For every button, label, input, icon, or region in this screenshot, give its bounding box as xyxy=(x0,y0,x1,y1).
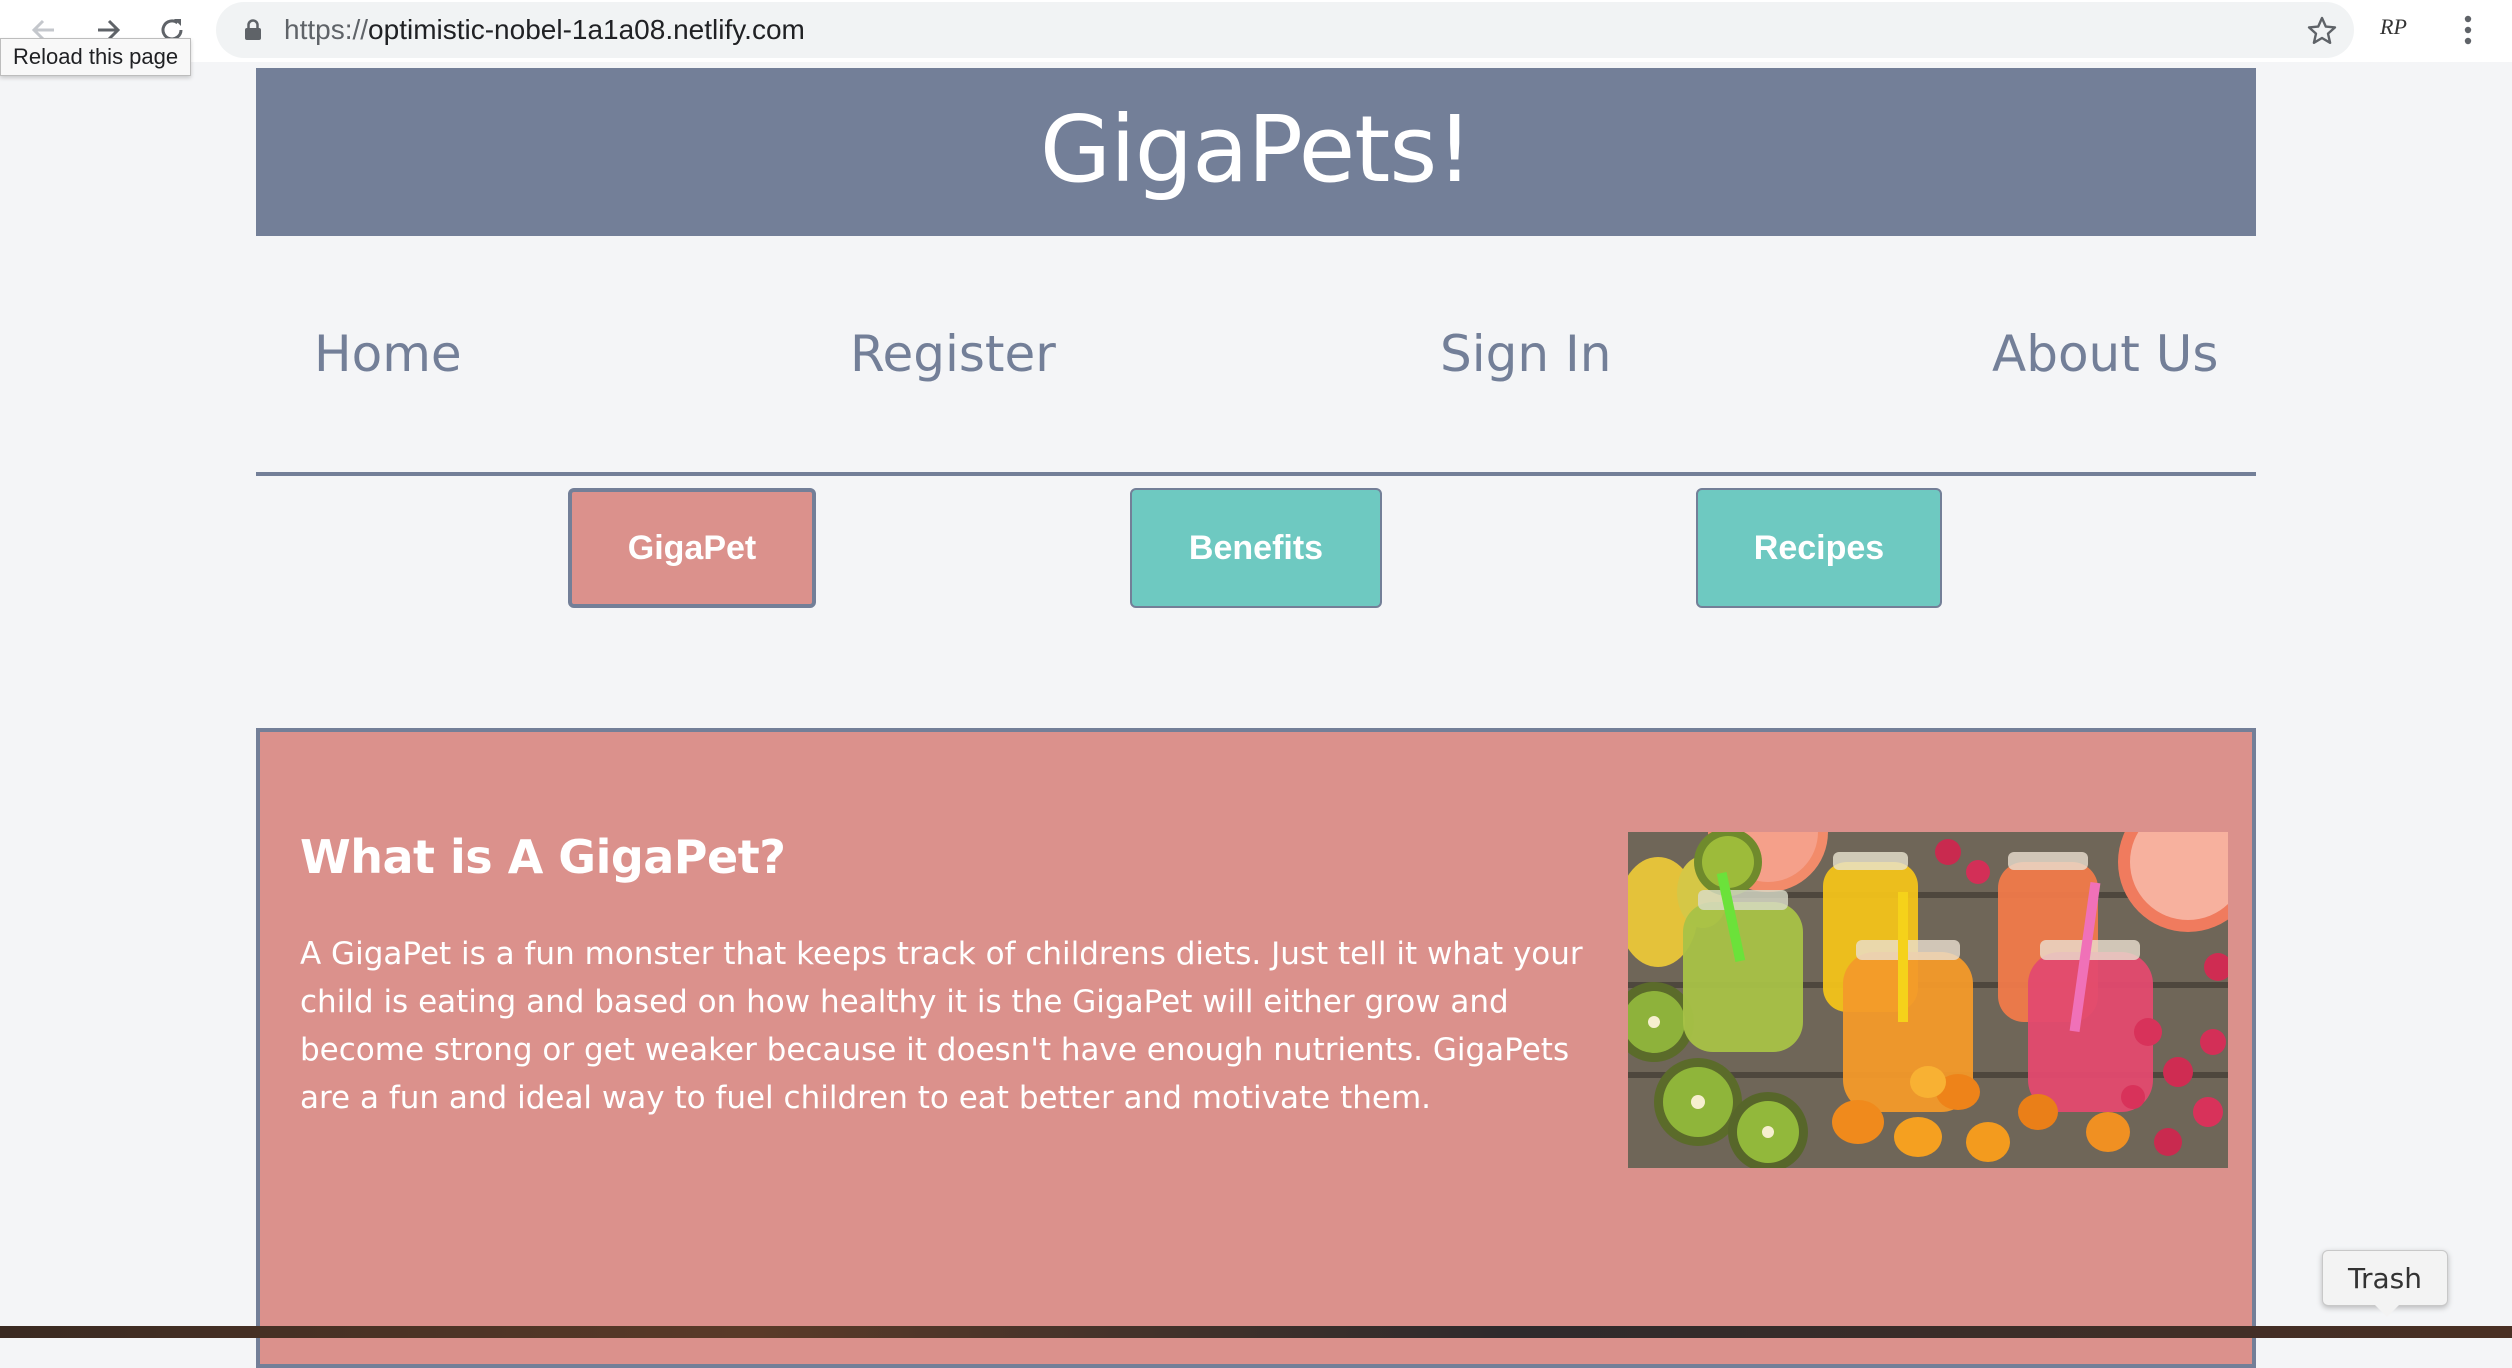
url-text: https://optimistic-nobel-1a1a08.netlify.… xyxy=(284,15,805,45)
lock-icon xyxy=(245,19,261,40)
nav-link-about-us[interactable]: About Us xyxy=(1992,325,2218,383)
trash-tooltip: Trash xyxy=(2322,1250,2448,1317)
nav-link-home[interactable]: Home xyxy=(314,325,462,383)
address-bar[interactable]: https://optimistic-nobel-1a1a08.netlify.… xyxy=(216,2,2354,58)
browser-menu-button[interactable] xyxy=(2448,10,2488,50)
section-body: A GigaPet is a fun monster that keeps tr… xyxy=(300,936,1583,1116)
profile-avatar[interactable]: RP xyxy=(2380,14,2407,40)
desktop-dock xyxy=(0,1326,2512,1338)
gigapet-info-panel: What is A GigaPet? A GigaPet is a fun mo… xyxy=(256,728,2256,1368)
nav-link-sign-in[interactable]: Sign In xyxy=(1440,325,1611,383)
browser-toolbar: https://optimistic-nobel-1a1a08.netlify.… xyxy=(0,0,2512,62)
fruit-smoothie-illustration xyxy=(1628,832,2228,1168)
url-scheme: https:// xyxy=(284,14,369,45)
main-nav: Home Register Sign In About Us xyxy=(256,236,2256,476)
site-header: GigaPets! xyxy=(256,68,2256,236)
page-container: GigaPets! Home Register Sign In About Us… xyxy=(256,68,2256,1368)
section-heading: What is A GigaPet? xyxy=(300,830,786,884)
smoothie-fruit-image xyxy=(1628,832,2228,1168)
reload-tooltip: Reload this page xyxy=(0,38,192,76)
nav-link-register[interactable]: Register xyxy=(850,325,1056,383)
more-vertical-icon xyxy=(2464,15,2472,45)
tab-gigapet[interactable]: GigaPet xyxy=(568,488,816,608)
bookmark-star-icon[interactable] xyxy=(2306,15,2338,47)
site-title: GigaPets! xyxy=(1039,95,1473,203)
tab-recipes[interactable]: Recipes xyxy=(1696,488,1942,608)
url-host: optimistic-nobel-1a1a08.netlify.com xyxy=(368,14,805,45)
tab-benefits[interactable]: Benefits xyxy=(1130,488,1382,608)
